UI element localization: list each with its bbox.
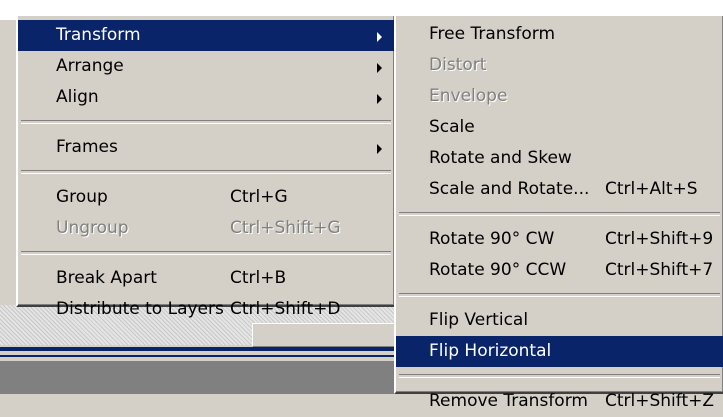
menu-item-scale[interactable]: Scale bbox=[396, 112, 723, 143]
menu-separator bbox=[399, 293, 720, 297]
menu-item-free-transform[interactable]: Free Transform bbox=[396, 19, 723, 50]
menu-item-remove-transform[interactable]: Remove Transform Ctrl+Shift+Z bbox=[396, 386, 723, 417]
menu-item-shortcut: Ctrl+Shift+Z bbox=[605, 391, 715, 411]
app-background-left bbox=[0, 20, 14, 305]
menu-item-label: Group bbox=[56, 187, 108, 207]
menu-item-rotate-90-ccw[interactable]: Rotate 90° CCW Ctrl+Shift+7 bbox=[396, 255, 723, 286]
menu-item-arrange[interactable]: Arrange bbox=[18, 51, 394, 82]
menu-separator bbox=[21, 120, 391, 124]
menu-item-label: Arrange bbox=[56, 56, 124, 76]
submenu-arrow-icon bbox=[377, 144, 382, 154]
menu-item-scale-and-rotate[interactable]: Scale and Rotate... Ctrl+Alt+S bbox=[396, 174, 723, 205]
menu-item-shortcut: Ctrl+G bbox=[230, 187, 288, 207]
submenu-arrow-icon bbox=[377, 94, 382, 104]
menu-item-flip-horizontal[interactable]: Flip Horizontal bbox=[396, 336, 723, 367]
menu-item-label: Distribute to Layers bbox=[56, 299, 224, 319]
menu-item-shortcut: Ctrl+Shift+9 bbox=[605, 229, 714, 249]
menu-item-envelope[interactable]: Envelope bbox=[396, 81, 723, 112]
menu-item-align[interactable]: Align bbox=[18, 82, 394, 113]
menu-separator bbox=[399, 374, 720, 378]
menu-item-transform[interactable]: Transform bbox=[18, 20, 394, 51]
menu-separator bbox=[399, 212, 720, 216]
menu-item-break-apart[interactable]: Break Apart Ctrl+B bbox=[18, 263, 394, 294]
stage-gray-area bbox=[0, 361, 395, 394]
menu-item-frames[interactable]: Frames bbox=[18, 132, 394, 163]
menu-item-group[interactable]: Group Ctrl+G bbox=[18, 182, 394, 213]
menu-item-shortcut: Ctrl+Alt+S bbox=[605, 179, 698, 199]
window-title-bar bbox=[0, 347, 395, 351]
menu-item-shortcut: Ctrl+Shift+7 bbox=[605, 260, 714, 280]
menu-item-shortcut: Ctrl+B bbox=[230, 268, 287, 288]
menu-item-flip-vertical[interactable]: Flip Vertical bbox=[396, 305, 723, 336]
menu-item-label: Rotate 90° CCW bbox=[429, 260, 567, 280]
menu-item-distort[interactable]: Distort bbox=[396, 50, 723, 81]
menu-item-label: Break Apart bbox=[56, 268, 157, 288]
menu-item-label: Scale and Rotate... bbox=[429, 179, 590, 199]
menu-item-label: Transform bbox=[56, 25, 141, 45]
menu-item-label: Scale bbox=[429, 117, 475, 137]
menu-item-shortcut: Ctrl+Shift+D bbox=[230, 299, 341, 319]
submenu-arrow-icon bbox=[377, 63, 382, 73]
menu-item-label: Frames bbox=[56, 137, 118, 157]
menu-item-label: Envelope bbox=[429, 86, 508, 106]
menu-item-ungroup[interactable]: Ungroup Ctrl+Shift+G bbox=[18, 213, 394, 244]
menu-item-label: Remove Transform bbox=[429, 391, 588, 411]
menu-item-label: Align bbox=[56, 87, 99, 107]
menu-item-label: Ungroup bbox=[56, 218, 129, 238]
transform-submenu: Free Transform Distort Envelope Scale Ro… bbox=[394, 14, 723, 411]
menu-item-label: Free Transform bbox=[429, 24, 556, 44]
scrollbar-area[interactable] bbox=[252, 323, 396, 347]
menu-item-shortcut: Ctrl+Shift+G bbox=[230, 218, 341, 238]
menu-item-label: Distort bbox=[429, 55, 487, 75]
menu-separator bbox=[21, 251, 391, 255]
menu-item-label: Flip Horizontal bbox=[429, 341, 552, 361]
menu-item-label: Rotate and Skew bbox=[429, 148, 572, 168]
submenu-arrow-icon bbox=[377, 32, 382, 42]
menu-item-rotate-90-cw[interactable]: Rotate 90° CW Ctrl+Shift+9 bbox=[396, 224, 723, 255]
modify-menu: Transform Arrange Align Frames Group Ctr… bbox=[16, 14, 396, 319]
menu-separator bbox=[21, 170, 391, 174]
menu-item-distribute-to-layers[interactable]: Distribute to Layers Ctrl+Shift+D bbox=[18, 294, 394, 325]
menu-item-label: Flip Vertical bbox=[429, 310, 529, 330]
menu-item-rotate-and-skew[interactable]: Rotate and Skew bbox=[396, 143, 723, 174]
window-title-bar-edge bbox=[0, 355, 395, 357]
menu-item-label: Rotate 90° CW bbox=[429, 229, 555, 249]
